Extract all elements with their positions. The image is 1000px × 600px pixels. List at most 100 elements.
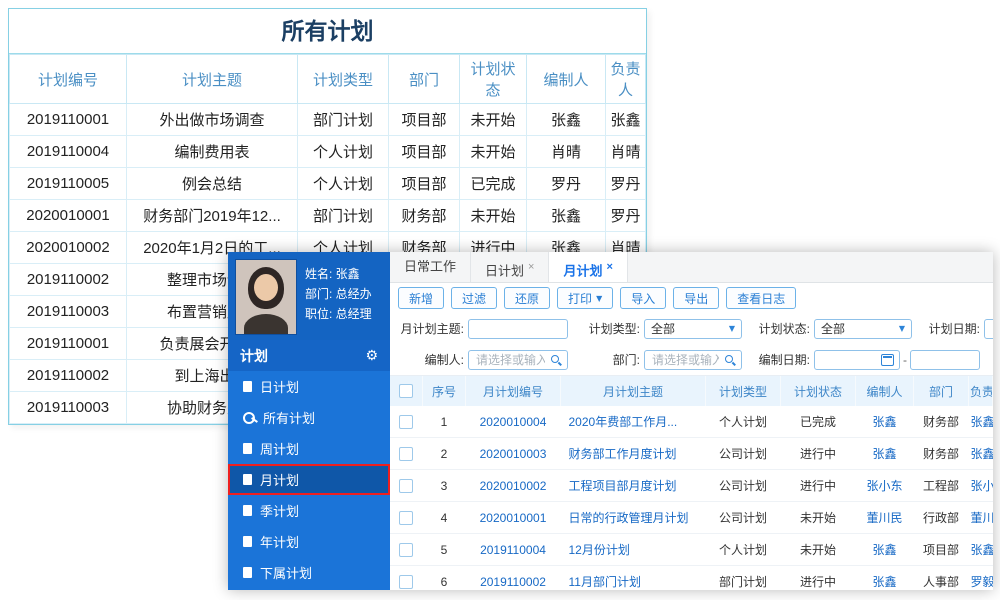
- table-row: 2019110001 外出做市场调查 部门计划 项目部 未开始 张鑫 张鑫: [9, 103, 646, 136]
- select-all-checkbox[interactable]: [399, 384, 413, 399]
- cell-link[interactable]: 2020010004: [480, 415, 547, 429]
- filter-row-1: 月计划主题: 计划类型: 全部 ▼ 计划状态: 全部 ▼ 计划日期:: [390, 313, 993, 344]
- view-log-button[interactable]: 查看日志: [726, 287, 797, 309]
- dept-search-box[interactable]: [644, 349, 742, 370]
- status-select[interactable]: 全部 ▼: [814, 318, 912, 339]
- table-cell: 已完成: [459, 167, 527, 200]
- tab-monthly-plan[interactable]: 月计划 ×: [549, 252, 628, 282]
- calendar-icon[interactable]: [881, 353, 894, 366]
- search-icon[interactable]: [724, 354, 736, 366]
- subject-input[interactable]: [468, 318, 568, 339]
- plan-date-input[interactable]: [984, 318, 993, 339]
- doc-icon: [243, 381, 252, 392]
- cell-link[interactable]: 张鑫: [872, 575, 896, 589]
- page-title: 所有计划: [9, 9, 646, 54]
- cell-link[interactable]: 张鑫: [872, 415, 896, 429]
- tab-label: 日常工作: [404, 259, 457, 274]
- table-cell: 财务部工作月度计划: [560, 437, 706, 470]
- cell-link[interactable]: 2020010001: [480, 511, 547, 525]
- add-button[interactable]: 新增: [398, 287, 445, 309]
- close-icon[interactable]: ×: [606, 261, 612, 273]
- cell-link[interactable]: 张小东: [866, 479, 902, 493]
- export-button[interactable]: 导出: [673, 287, 720, 309]
- cell-link[interactable]: 2019110004: [480, 543, 546, 557]
- button-label: 查看日志: [737, 291, 786, 306]
- cell-link[interactable]: 张小东: [971, 479, 993, 493]
- cell-link[interactable]: 张鑫: [971, 447, 993, 461]
- doc-icon: [243, 536, 252, 547]
- table-cell: 公司计划: [705, 501, 781, 534]
- cell-link[interactable]: 日常的行政管理月计划: [569, 511, 689, 525]
- row-checkbox[interactable]: [399, 542, 414, 557]
- cell-link[interactable]: 2020年费部工作月...: [569, 415, 678, 429]
- cell-link[interactable]: 张鑫: [971, 415, 993, 429]
- search-icon[interactable]: [550, 354, 562, 366]
- table-cell: 个人计划: [705, 533, 781, 566]
- table-row: 2020010001 财务部门2019年12... 部门计划 财务部 未开始 张鑫 罗丹: [9, 199, 646, 232]
- table-cell: 工程部: [913, 469, 969, 502]
- column-header: 编制人: [526, 54, 606, 104]
- table-row: 2019110005 例会总结 个人计划 项目部 已完成 罗丹 罗丹: [9, 167, 646, 200]
- creator-input[interactable]: [474, 351, 547, 368]
- type-select[interactable]: 全部 ▼: [644, 318, 742, 339]
- row-checkbox[interactable]: [399, 510, 414, 525]
- row-checkbox[interactable]: [399, 478, 414, 493]
- dept-input[interactable]: [650, 351, 721, 368]
- tab-daily-plan[interactable]: 日计划 ×: [471, 252, 550, 282]
- cell-link[interactable]: 张鑫: [971, 543, 993, 557]
- table-cell: 项目部: [388, 167, 460, 200]
- row-checkbox[interactable]: [399, 446, 414, 461]
- sidebar-item-subordinate[interactable]: 下属计划: [228, 557, 390, 588]
- creator-search-box[interactable]: [468, 349, 568, 370]
- cell-link[interactable]: 2020010002: [480, 479, 547, 493]
- table-cell: 财务部门2019年12...: [126, 199, 298, 232]
- cell-link[interactable]: 罗毅: [971, 575, 993, 589]
- cell-link[interactable]: 财务部工作月度计划: [569, 447, 677, 461]
- cell-link[interactable]: 张鑫: [872, 543, 896, 557]
- cell-link[interactable]: 张鑫: [872, 447, 896, 461]
- sidebar-item-weekly[interactable]: 周计划: [228, 433, 390, 464]
- sidebar-item-label: 日计划: [260, 380, 300, 395]
- checkbox-cell: [390, 533, 423, 566]
- filter-row-2: 编制人: 部门: 编制日期: -: [390, 344, 993, 375]
- column-header: 部门: [388, 54, 460, 104]
- table-cell: 2019110004: [9, 135, 127, 168]
- table-cell: 2020010002: [9, 231, 127, 264]
- sidebar-item-quarterly[interactable]: 季计划: [228, 495, 390, 526]
- sidebar-item-yearly[interactable]: 年计划: [228, 526, 390, 557]
- date-to-input[interactable]: [910, 349, 980, 370]
- cell-link[interactable]: 工程项目部月度计划: [569, 479, 677, 493]
- filter-button[interactable]: 过滤: [451, 287, 498, 309]
- table-cell: 罗丹: [605, 167, 646, 200]
- cell-link[interactable]: 11月部门计划: [569, 575, 641, 589]
- table-cell: 部门计划: [297, 103, 389, 136]
- sidebar-item-daily[interactable]: 日计划: [228, 371, 390, 402]
- doc-icon: [243, 474, 252, 485]
- sidebar-item-all[interactable]: 所有计划: [228, 402, 390, 433]
- checkbox-cell: [390, 501, 423, 534]
- gear-icon[interactable]: ⚙: [365, 348, 378, 364]
- column-header: 序号: [422, 376, 466, 406]
- reset-button[interactable]: 还原: [504, 287, 551, 309]
- table-cell: 已完成: [780, 406, 856, 438]
- cell-link[interactable]: 2020010003: [480, 447, 547, 461]
- row-checkbox[interactable]: [399, 574, 414, 589]
- close-icon[interactable]: ×: [528, 261, 534, 273]
- subject-filter-label: 月计划主题:: [400, 322, 464, 336]
- cell-link[interactable]: 2019110002: [480, 575, 546, 589]
- button-label: 新增: [409, 291, 434, 306]
- print-button[interactable]: 打印 ▼: [557, 287, 614, 309]
- cell-link[interactable]: 董川民: [866, 511, 902, 525]
- table-cell: 财务部: [388, 199, 460, 232]
- sidebar-item-monthly[interactable]: 月计划: [228, 464, 390, 495]
- row-checkbox[interactable]: [399, 414, 414, 429]
- cell-link[interactable]: 董川民: [971, 511, 993, 525]
- create-date-from-box[interactable]: [814, 349, 900, 370]
- tab-daily-work[interactable]: 日常工作: [390, 252, 472, 282]
- table-cell: 未开始: [459, 135, 527, 168]
- import-button[interactable]: 导入: [620, 287, 667, 309]
- chevron-down-icon: ▼: [728, 324, 735, 333]
- date-from-input[interactable]: [820, 351, 878, 368]
- cell-link[interactable]: 12月份计划: [569, 543, 630, 557]
- sidebar-section-plan[interactable]: 计划 ⚙: [228, 340, 390, 371]
